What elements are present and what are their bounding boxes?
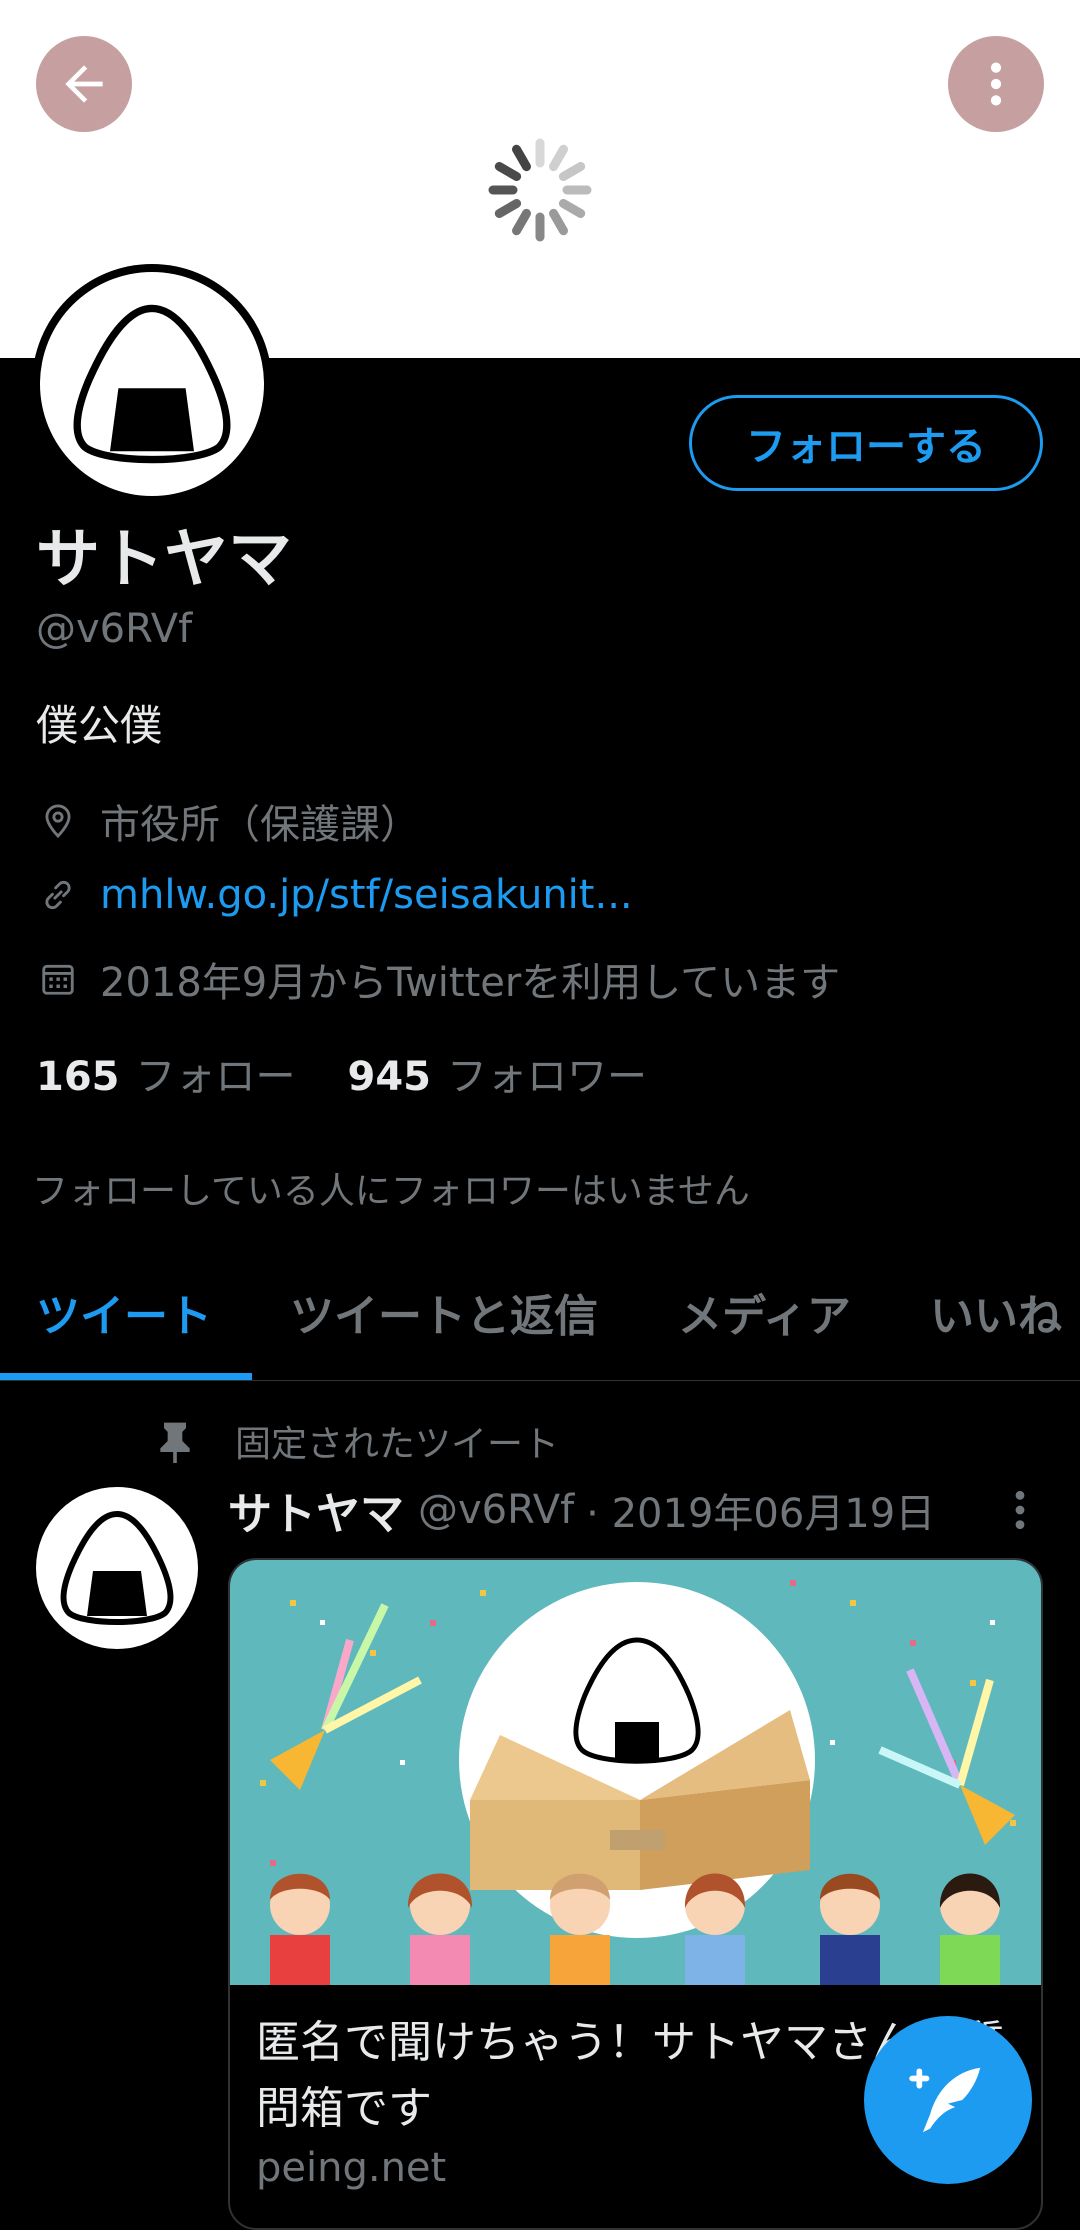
onigiri-avatar-image <box>40 272 264 496</box>
website-link[interactable]: mhlw.go.jp/stf/seisakunit... <box>100 872 633 918</box>
following-stat[interactable]: 165 フォロー <box>36 1044 296 1102</box>
onigiri-avatar-image <box>60 1510 174 1625</box>
card-image <box>230 1560 1041 1985</box>
profile-joined: 2018年9月からTwitterを利用しています <box>36 950 840 1008</box>
location-pin-icon <box>36 799 80 843</box>
pin-icon <box>160 1422 190 1463</box>
tab-media[interactable]: メディア <box>678 1280 851 1344</box>
pinned-label: 固定されたツイート <box>235 1424 560 1465</box>
follow-button[interactable]: フォローする <box>689 395 1043 491</box>
more-options-button[interactable] <box>948 36 1044 132</box>
tweet-header: サトヤマ @v6RVf · 2019年06月19日 <box>228 1478 935 1542</box>
card-domain: peing.net <box>256 2145 447 2191</box>
profile-name: サトヤマ <box>36 523 292 597</box>
followers-you-know[interactable]: フォローしている人にフォロワーはいません <box>32 1162 750 1214</box>
link-icon <box>36 873 80 917</box>
location-text: 市役所（保護課） <box>100 802 420 848</box>
compose-tweet-button[interactable] <box>864 2016 1032 2184</box>
tweet-author-handle: @v6RVf <box>418 1487 575 1533</box>
arrow-left-icon <box>65 65 103 103</box>
followers-label: フォロワー <box>447 1054 647 1100</box>
tab-tweets[interactable]: ツイート <box>36 1280 212 1344</box>
tweet-date: · 2019年06月19日 <box>586 1491 936 1537</box>
tab-likes[interactable]: いいね <box>930 1280 1062 1344</box>
tweet-author-avatar[interactable] <box>36 1487 198 1649</box>
joined-text: 2018年9月からTwitterを利用しています <box>100 960 841 1006</box>
followers-count: 945 <box>347 1054 432 1100</box>
following-count: 165 <box>36 1054 120 1100</box>
tweet-more-icon[interactable] <box>1005 1488 1035 1532</box>
active-tab-indicator <box>0 1373 252 1380</box>
more-vertical-icon <box>990 62 1002 106</box>
following-label: フォロー <box>135 1054 296 1100</box>
compose-tweet-icon <box>909 2067 981 2133</box>
tab-tweets-replies[interactable]: ツイートと返信 <box>290 1280 598 1344</box>
followers-stat[interactable]: 945 フォロワー <box>348 1044 648 1102</box>
profile-tabs: ツイート ツイートと返信 メディア いいね <box>0 1240 1080 1381</box>
profile-avatar[interactable] <box>32 264 272 504</box>
profile-location: 市役所（保護課） <box>36 792 420 850</box>
profile-handle: @v6RVf <box>36 606 193 652</box>
calendar-icon <box>36 957 80 1001</box>
pinned-indicator: 固定されたツイート <box>155 1415 559 1467</box>
back-button[interactable] <box>36 36 132 132</box>
loading-spinner <box>488 138 592 242</box>
profile-bio: 僕公僕 <box>36 701 163 750</box>
tweet-author-name[interactable]: サトヤマ <box>228 1478 404 1542</box>
profile-website[interactable]: mhlw.go.jp/stf/seisakunit... <box>36 872 633 918</box>
profile-stats: 165 フォロー 945 フォロワー <box>36 1044 699 1102</box>
